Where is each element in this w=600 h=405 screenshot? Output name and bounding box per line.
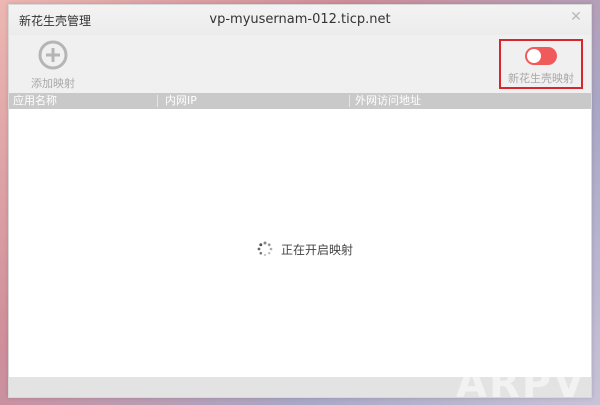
loading-text: 正在开启映射 [281, 242, 354, 257]
close-button[interactable]: ✕ [567, 8, 585, 26]
table-header: 应用名称 内网IP 外网访问地址 [9, 93, 591, 109]
mapping-list: 正在开启映射 [9, 109, 591, 377]
spinner-icon [257, 241, 273, 257]
column-header-app-name: 应用名称 [13, 94, 57, 107]
close-icon: ✕ [570, 9, 582, 25]
mapping-toggle[interactable]: 新花生壳映射 [499, 39, 583, 89]
toolbar: 添加映射 新花生壳映射 [9, 35, 591, 93]
toggle-label: 新花生壳映射 [508, 72, 574, 85]
host-title: vp-myusernam-012.ticp.net [209, 12, 391, 27]
title-bar: 新花生壳管理 vp-myusernam-012.ticp.net ✕ [9, 5, 591, 35]
column-divider [349, 95, 350, 107]
svg-text:ARPVI: ARPVI [456, 361, 586, 401]
add-mapping-button[interactable]: 添加映射 [21, 39, 85, 91]
watermark-logo: ARPVI [456, 361, 586, 401]
loading-indicator: 正在开启映射 [257, 239, 353, 259]
column-header-external-address: 外网访问地址 [355, 94, 421, 107]
plus-circle-icon [38, 40, 68, 70]
column-header-internal-ip: 内网IP [165, 94, 197, 107]
column-divider [157, 95, 158, 107]
dialog-window: 新花生壳管理 vp-myusernam-012.ticp.net ✕ 添加映射 … [8, 4, 592, 398]
toggle-switch[interactable] [525, 47, 557, 65]
add-mapping-label: 添加映射 [31, 77, 75, 90]
toggle-knob [527, 49, 541, 63]
